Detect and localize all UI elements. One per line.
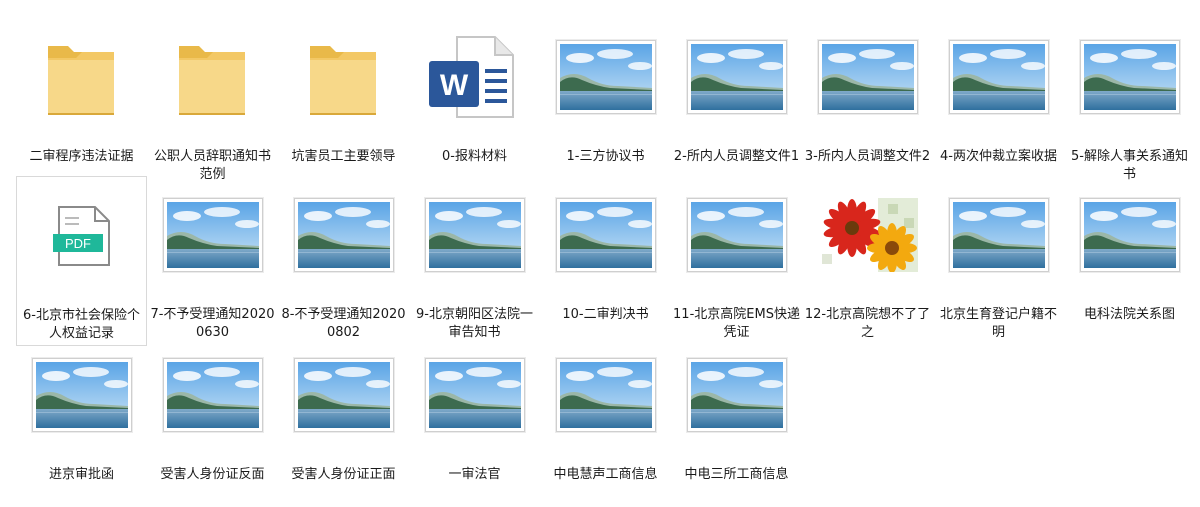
image-thumbnail-icon xyxy=(1064,176,1195,294)
word-doc-icon: W xyxy=(409,18,540,136)
file-item[interactable]: 受害人身份证正面 xyxy=(278,336,409,506)
file-item[interactable]: 中电三所工商信息 xyxy=(671,336,802,506)
file-item[interactable]: 一审法官 xyxy=(409,336,540,506)
word-letter: W xyxy=(439,69,468,102)
image-thumbnail-icon xyxy=(540,18,671,136)
image-thumbnail-icon xyxy=(409,336,540,454)
file-item[interactable]: 3-所内人员调整文件2 xyxy=(802,18,933,188)
image-thumbnail-icon xyxy=(540,176,671,294)
image-thumbnail-icon xyxy=(278,176,409,294)
image-thumbnail-icon xyxy=(933,176,1064,294)
file-name-label: 3-所内人员调整文件2 xyxy=(804,149,931,164)
image-thumbnail-icon xyxy=(540,336,671,454)
image-thumbnail-icon xyxy=(802,176,933,294)
file-item[interactable]: W 0-报料材料 xyxy=(409,18,540,188)
file-grid: 二审程序违法证据 公职人员辞职通知书范例 坑害员工主要领导 W 0-报料材料 1… xyxy=(0,0,1200,507)
folder-item[interactable]: 二审程序违法证据 xyxy=(16,18,147,188)
image-thumbnail-icon xyxy=(671,176,802,294)
file-item[interactable]: 9-北京朝阳区法院一审告知书 xyxy=(409,176,540,346)
file-item[interactable]: 北京生育登记户籍不明 xyxy=(933,176,1064,346)
file-item[interactable]: 11-北京高院EMS快递凭证 xyxy=(671,176,802,346)
file-item[interactable]: 4-两次仲裁立案收据 xyxy=(933,18,1064,188)
file-name-label: 坑害员工主要领导 xyxy=(291,149,396,164)
file-name-label: 中电三所工商信息 xyxy=(684,467,789,482)
pdf-file-icon: PDF xyxy=(17,177,148,295)
file-name-label: 10-二审判决书 xyxy=(562,307,649,322)
file-item[interactable]: 中电慧声工商信息 xyxy=(540,336,671,506)
file-name-label: 二审程序违法证据 xyxy=(29,149,134,164)
file-name-label: 受害人身份证正面 xyxy=(291,467,396,482)
file-item[interactable]: 受害人身份证反面 xyxy=(147,336,278,506)
image-thumbnail-icon xyxy=(671,18,802,136)
file-name-label: 进京审批函 xyxy=(48,467,114,482)
file-item[interactable]: PDF 6-北京市社会保险个人权益记录 xyxy=(16,176,147,346)
file-item[interactable]: 10-二审判决书 xyxy=(540,176,671,346)
folder-icon xyxy=(147,18,278,136)
file-item[interactable]: 2-所内人员调整文件1 xyxy=(671,18,802,188)
file-name-label: 2-所内人员调整文件1 xyxy=(673,149,800,164)
folder-item[interactable]: 公职人员辞职通知书范例 xyxy=(147,18,278,188)
file-name-label: 0-报料材料 xyxy=(442,149,507,164)
file-name-label: 中电慧声工商信息 xyxy=(553,467,658,482)
folder-icon xyxy=(16,18,147,136)
image-thumbnail-icon xyxy=(671,336,802,454)
image-thumbnail-icon xyxy=(409,176,540,294)
file-name-label: 电科法院关系图 xyxy=(1083,307,1175,322)
file-item[interactable]: 1-三方协议书 xyxy=(540,18,671,188)
file-name-label: 受害人身份证反面 xyxy=(160,467,265,482)
image-thumbnail-icon xyxy=(278,336,409,454)
file-name-label: 一审法官 xyxy=(448,467,501,482)
pdf-label: PDF xyxy=(65,236,91,251)
file-name-label: 1-三方协议书 xyxy=(566,149,645,164)
image-thumbnail-icon xyxy=(1064,18,1195,136)
image-thumbnail-icon xyxy=(147,336,278,454)
file-name-label: 北京生育登记户籍不明 xyxy=(939,307,1057,340)
file-item[interactable]: 5-解除人事关系通知书 xyxy=(1064,18,1195,188)
folder-item[interactable]: 坑害员工主要领导 xyxy=(278,18,409,188)
file-item[interactable]: 进京审批函 xyxy=(16,336,147,506)
file-name-label: 4-两次仲裁立案收据 xyxy=(940,149,1057,164)
file-item[interactable]: 12-北京高院想不了了之 xyxy=(802,176,933,346)
file-item[interactable]: 8-不予受理通知20200802 xyxy=(278,176,409,346)
file-item[interactable]: 7-不予受理通知20200630 xyxy=(147,176,278,346)
image-thumbnail-icon xyxy=(802,18,933,136)
image-thumbnail-icon xyxy=(147,176,278,294)
image-thumbnail-icon xyxy=(16,336,147,454)
file-name-label: 12-北京高院想不了了之 xyxy=(804,307,931,340)
file-item[interactable]: 电科法院关系图 xyxy=(1064,176,1195,346)
folder-icon xyxy=(278,18,409,136)
image-thumbnail-icon xyxy=(933,18,1064,136)
